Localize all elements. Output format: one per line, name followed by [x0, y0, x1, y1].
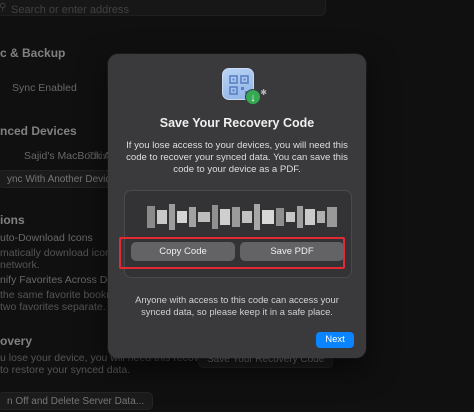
- recovery-code-box: [119, 190, 352, 278]
- recovery-code-dialog: ↓ ✱ Save Your Recovery Code If you lose …: [108, 54, 366, 358]
- security-note: Anyone with access to this code can acce…: [135, 294, 339, 317]
- copy-code-button[interactable]: Copy Code: [131, 242, 235, 261]
- dialog-title: Save Your Recovery Code: [159, 116, 315, 130]
- recovery-code-qr-icon: ↓ ✱: [222, 68, 267, 105]
- dialog-description: If you lose access to your devices, you …: [126, 140, 348, 175]
- download-icon: ↓: [245, 89, 261, 105]
- save-pdf-button[interactable]: Save PDF: [240, 242, 344, 261]
- recovery-code-redacted: [147, 201, 338, 233]
- sparkle-icon: ✱: [260, 88, 267, 97]
- next-button[interactable]: Next: [316, 332, 354, 348]
